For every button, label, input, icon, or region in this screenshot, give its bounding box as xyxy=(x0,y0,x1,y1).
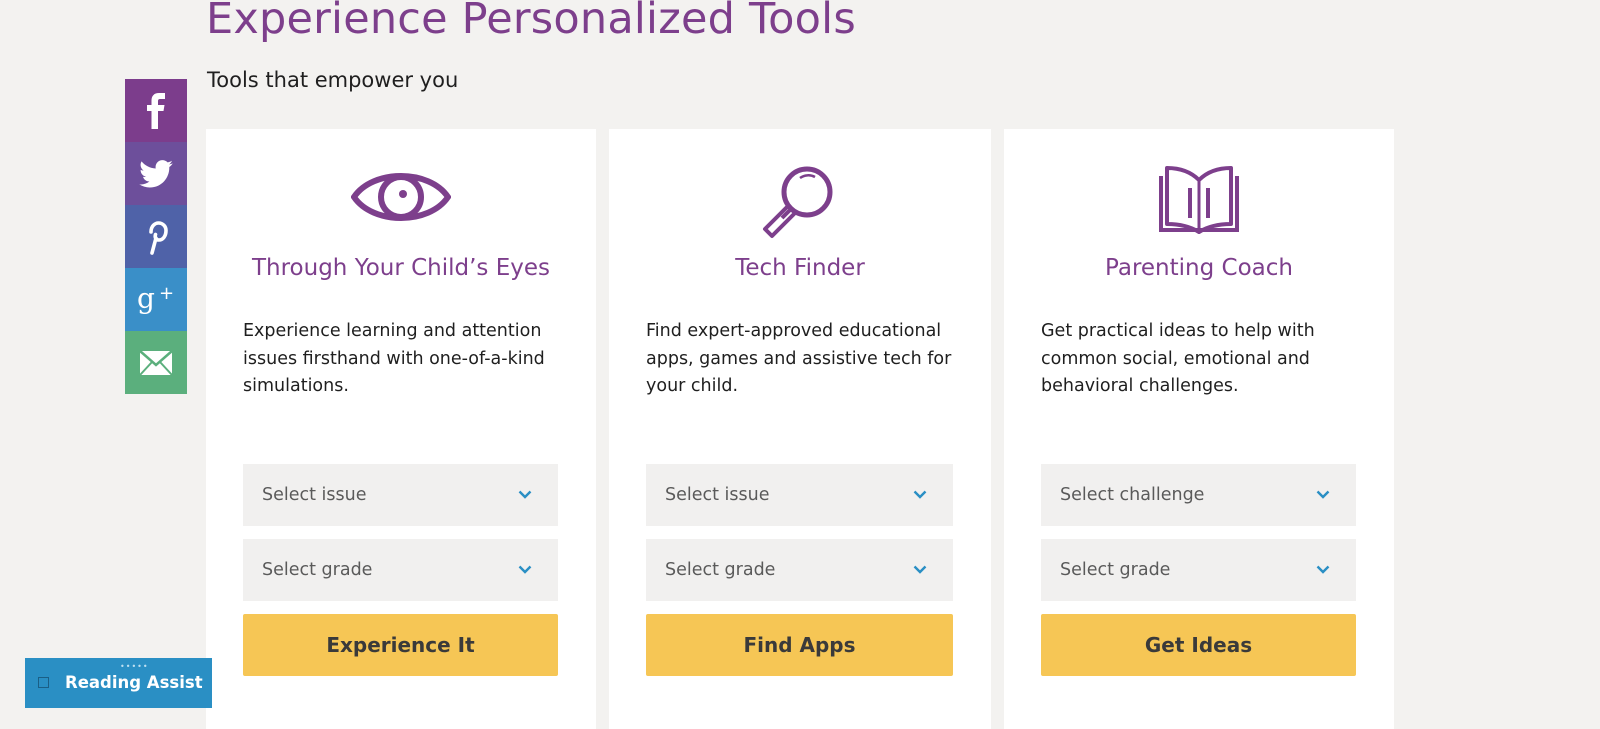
card-icon-wrapper xyxy=(1004,164,1394,234)
card-description: Find expert-approved educational apps, g… xyxy=(646,321,952,396)
select-grade-dropdown[interactable]: Select grade xyxy=(1041,539,1356,601)
google-plus-icon: g + xyxy=(137,282,174,315)
select-challenge-dropdown[interactable]: Select challenge xyxy=(1041,464,1356,526)
select-value: Select grade xyxy=(665,560,776,580)
select-value: Select issue xyxy=(262,485,367,505)
select-value: Select issue xyxy=(665,485,770,505)
email-icon xyxy=(139,349,173,376)
drag-handle-icon[interactable]: ••••• xyxy=(120,663,149,671)
select-issue-dropdown[interactable]: Select issue xyxy=(243,464,558,526)
chevron-down-icon xyxy=(913,490,927,499)
chevron-down-icon xyxy=(518,490,532,499)
select-value: Select challenge xyxy=(1060,485,1205,505)
select-grade-dropdown[interactable]: Select grade xyxy=(243,539,558,601)
social-share-bar: g + xyxy=(125,79,187,394)
twitter-icon xyxy=(139,159,173,187)
card-title: Tech Finder xyxy=(735,255,865,281)
select-grade-dropdown[interactable]: Select grade xyxy=(646,539,953,601)
svg-text:+: + xyxy=(159,283,174,304)
magnifying-glass-icon xyxy=(763,166,833,238)
pinterest-share-button[interactable] xyxy=(125,205,187,268)
twitter-share-button[interactable] xyxy=(125,142,187,205)
chevron-down-icon xyxy=(1316,565,1330,574)
select-issue-dropdown[interactable]: Select issue xyxy=(646,464,953,526)
pinterest-icon xyxy=(149,220,168,255)
facebook-icon xyxy=(147,92,165,129)
select-value: Select grade xyxy=(262,560,373,580)
google-plus-share-button[interactable]: g + xyxy=(125,268,187,331)
chevron-down-icon xyxy=(518,565,532,574)
eye-icon xyxy=(351,173,451,221)
page-title: Experience Personalized Tools xyxy=(206,0,856,44)
chevron-down-icon xyxy=(1316,490,1330,499)
select-value: Select grade xyxy=(1060,560,1171,580)
page-subtitle: Tools that empower you xyxy=(207,68,459,92)
experience-it-button[interactable]: Experience It xyxy=(243,614,558,676)
reading-assist-widget[interactable]: ••••• Reading Assist xyxy=(25,658,212,708)
tool-card-parenting-coach: Parenting Coach Get practical ideas to h… xyxy=(1004,129,1394,729)
reading-assist-label: Reading Assist xyxy=(65,673,203,692)
card-title: Parenting Coach xyxy=(1105,255,1293,281)
find-apps-button[interactable]: Find Apps xyxy=(646,614,953,676)
card-description: Get practical ideas to help with common … xyxy=(1041,321,1315,396)
facebook-share-button[interactable] xyxy=(125,79,187,142)
book-icon xyxy=(1159,166,1239,234)
card-description: Experience learning and attention issues… xyxy=(243,321,545,396)
tool-card-childs-eyes: Through Your Child’s Eyes Experience lea… xyxy=(206,129,596,729)
reading-assist-checkbox[interactable] xyxy=(38,677,49,688)
chevron-down-icon xyxy=(913,565,927,574)
card-title: Through Your Child’s Eyes xyxy=(251,255,551,281)
card-icon-wrapper xyxy=(206,164,596,234)
tool-card-tech-finder: Tech Finder Find expert-approved educati… xyxy=(609,129,991,729)
card-icon-wrapper xyxy=(609,164,991,238)
email-share-button[interactable] xyxy=(125,331,187,394)
svg-text:g: g xyxy=(137,282,155,315)
get-ideas-button[interactable]: Get Ideas xyxy=(1041,614,1356,676)
